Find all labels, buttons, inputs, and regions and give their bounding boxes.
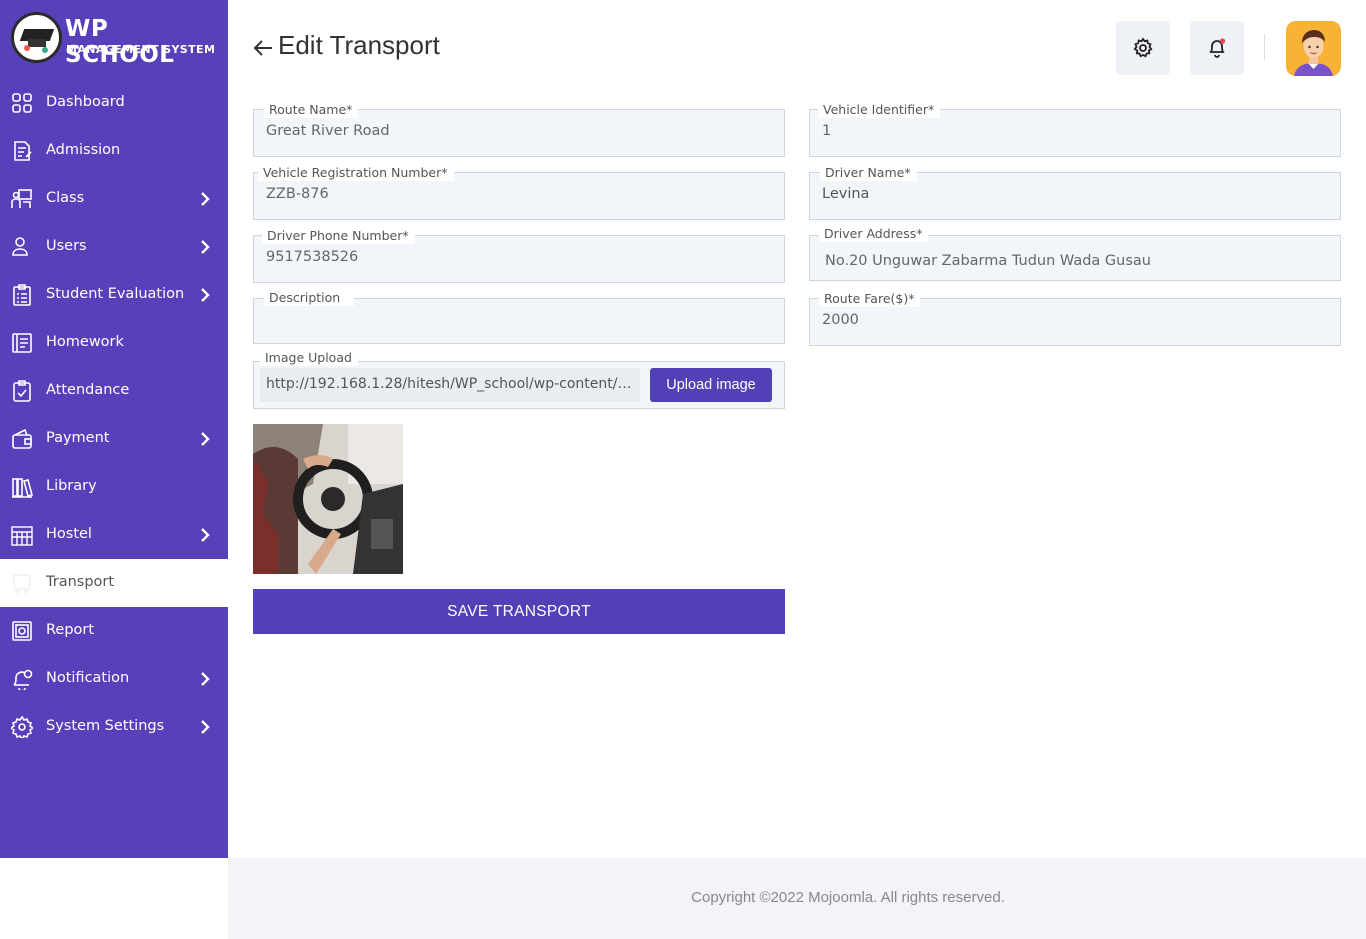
sidebar-item-label: Homework bbox=[46, 334, 124, 350]
chevron-right-icon bbox=[201, 720, 210, 734]
homework-icon bbox=[12, 333, 32, 353]
sidebar-item-label: Class bbox=[46, 190, 85, 206]
sidebar-item-attendance[interactable]: Attendance bbox=[0, 367, 228, 415]
driver-name-field[interactable]: Driver Name* Levina bbox=[809, 164, 1341, 220]
library-icon bbox=[12, 478, 33, 498]
vehicle-registration-value: ZZB-876 bbox=[266, 186, 329, 202]
vehicle-image-preview bbox=[253, 424, 403, 574]
sidebar-item-student-evaluation[interactable]: Student Evaluation bbox=[0, 271, 228, 319]
route-name-label: Route Name* bbox=[264, 101, 359, 118]
user-icon bbox=[12, 237, 28, 256]
evaluation-icon bbox=[13, 284, 31, 306]
attendance-icon bbox=[13, 380, 31, 402]
sidebar-item-homework[interactable]: Homework bbox=[0, 319, 228, 367]
image-url-value: http://192.168.1.28/hitesh/WP_school/wp-… bbox=[266, 376, 636, 392]
sidebar-item-label: Dashboard bbox=[46, 94, 125, 110]
route-fare-label: Route Fare($)* bbox=[819, 290, 921, 307]
route-name-value: Great River Road bbox=[266, 123, 390, 139]
image-url-input[interactable]: http://192.168.1.28/hitesh/WP_school/wp-… bbox=[260, 368, 640, 402]
page-title: Edit Transport bbox=[278, 30, 440, 60]
brand-title: WP SCHOOL bbox=[65, 16, 175, 68]
hostel-icon bbox=[11, 526, 33, 546]
sidebar-item-label: Users bbox=[46, 238, 87, 254]
sidebar-item-label: Admission bbox=[46, 142, 121, 158]
school-logo-icon bbox=[11, 12, 62, 63]
copyright-text: Copyright ©2022 Mojoomla. All rights res… bbox=[691, 889, 1005, 906]
chevron-right-icon bbox=[201, 192, 210, 206]
back-arrow-icon[interactable] bbox=[252, 38, 274, 58]
sidebar-item-library[interactable]: Library bbox=[0, 463, 228, 511]
sidebar-item-report[interactable]: Report bbox=[0, 607, 228, 655]
class-icon bbox=[11, 189, 32, 208]
vehicle-identifier-label: Vehicle Identifier* bbox=[818, 101, 941, 118]
sidebar: WP SCHOOL MANAGEMENT SYSTEM Dashboard Ad… bbox=[0, 0, 228, 858]
admission-icon bbox=[14, 141, 32, 161]
sidebar-item-label: Report bbox=[46, 622, 95, 638]
settings-button[interactable] bbox=[1116, 21, 1170, 75]
dashboard-icon bbox=[12, 93, 32, 113]
sidebar-item-label: Student Evaluation bbox=[46, 286, 185, 302]
gear-icon bbox=[11, 716, 33, 738]
description-field[interactable]: Description bbox=[253, 289, 785, 344]
sidebar-item-label: Notification bbox=[46, 670, 130, 686]
sidebar-item-payment[interactable]: Payment bbox=[0, 415, 228, 463]
sidebar-nav: Dashboard Admission Class Users Student … bbox=[0, 79, 228, 751]
sidebar-item-hostel[interactable]: Hostel bbox=[0, 511, 228, 559]
sidebar-item-class[interactable]: Class bbox=[0, 175, 228, 223]
sidebar-item-label: System Settings bbox=[46, 718, 165, 734]
chevron-right-icon bbox=[201, 432, 210, 446]
sidebar-item-label: Hostel bbox=[46, 526, 92, 542]
vehicle-identifier-field[interactable]: Vehicle Identifier* 1 bbox=[809, 101, 1341, 157]
driver-phone-label: Driver Phone Number* bbox=[262, 227, 415, 244]
driver-name-value: Levina bbox=[822, 186, 870, 202]
gear-icon bbox=[1133, 37, 1153, 58]
notification-icon bbox=[13, 669, 33, 690]
save-transport-button[interactable]: SAVE TRANSPORT bbox=[253, 589, 785, 634]
driver-name-label: Driver Name* bbox=[820, 164, 917, 181]
brand-logo[interactable]: WP SCHOOL MANAGEMENT SYSTEM bbox=[11, 12, 221, 68]
driver-address-value: No.20 Unguwar Zabarma Tudun Wada Gusau bbox=[825, 253, 1151, 269]
transport-icon bbox=[13, 574, 31, 594]
route-fare-field[interactable]: Route Fare($)* 2000 bbox=[809, 290, 1341, 346]
route-name-field[interactable]: Route Name* Great River Road bbox=[253, 101, 785, 157]
chevron-right-icon bbox=[201, 528, 210, 542]
chevron-right-icon bbox=[201, 240, 210, 254]
vehicle-identifier-value: 1 bbox=[822, 123, 832, 139]
vehicle-registration-field[interactable]: Vehicle Registration Number* ZZB-876 bbox=[253, 164, 785, 220]
notification-button[interactable] bbox=[1190, 21, 1244, 75]
sidebar-item-users[interactable]: Users bbox=[0, 223, 228, 271]
image-upload-label: Image Upload bbox=[260, 349, 358, 366]
driver-photo-icon bbox=[253, 424, 403, 574]
sidebar-item-admission[interactable]: Admission bbox=[0, 127, 228, 175]
user-avatar[interactable] bbox=[1286, 21, 1341, 76]
avatar-icon bbox=[1286, 21, 1341, 76]
sidebar-item-notification[interactable]: Notification bbox=[0, 655, 228, 703]
sidebar-item-label: Transport bbox=[46, 574, 115, 590]
upload-image-button[interactable]: Upload image bbox=[650, 368, 772, 402]
image-upload-field: Image Upload http://192.168.1.28/hitesh/… bbox=[253, 349, 785, 409]
description-label: Description bbox=[264, 289, 355, 306]
sidebar-item-label: Payment bbox=[46, 430, 110, 446]
sidebar-item-label: Library bbox=[46, 478, 97, 494]
sidebar-item-transport[interactable]: Transport bbox=[0, 559, 228, 607]
driver-phone-value: 9517538526 bbox=[266, 249, 359, 265]
driver-address-field[interactable]: Driver Address* No.20 Unguwar Zabarma Tu… bbox=[809, 225, 1341, 281]
chevron-right-icon bbox=[201, 672, 210, 686]
footer: Copyright ©2022 Mojoomla. All rights res… bbox=[228, 858, 1366, 939]
driver-phone-field[interactable]: Driver Phone Number* 9517538526 bbox=[253, 227, 785, 283]
header-divider bbox=[1264, 34, 1265, 60]
bell-icon bbox=[1209, 38, 1226, 58]
report-icon bbox=[12, 621, 32, 641]
page-header: Edit Transport bbox=[252, 30, 440, 61]
sidebar-item-system-settings[interactable]: System Settings bbox=[0, 703, 228, 751]
vehicle-registration-label: Vehicle Registration Number* bbox=[258, 164, 454, 181]
driver-address-label: Driver Address* bbox=[819, 225, 929, 242]
route-fare-value: 2000 bbox=[822, 312, 859, 328]
wallet-icon bbox=[12, 428, 32, 449]
sidebar-item-label: Attendance bbox=[46, 382, 130, 398]
sidebar-item-dashboard[interactable]: Dashboard bbox=[0, 79, 228, 127]
chevron-right-icon bbox=[201, 288, 210, 302]
brand-subtitle: MANAGEMENT SYSTEM bbox=[66, 43, 216, 56]
